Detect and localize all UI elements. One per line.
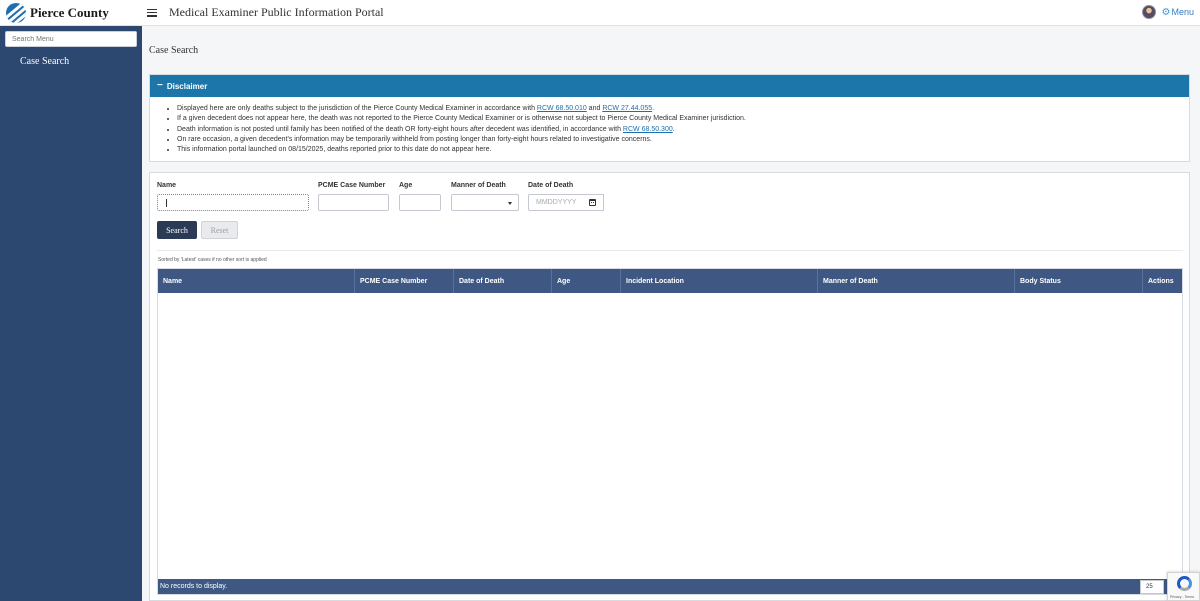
date-input[interactable]: MMDDYYYY bbox=[528, 194, 583, 211]
disclaimer-item: If a given decedent does not appear here… bbox=[177, 114, 1189, 124]
column-header-age[interactable]: Age bbox=[552, 269, 621, 293]
age-label: Age bbox=[399, 182, 413, 189]
column-header-body-status[interactable]: Body Status bbox=[1015, 269, 1143, 293]
gear-icon: ⚙ bbox=[1161, 6, 1171, 18]
calendar-button[interactable] bbox=[582, 194, 604, 211]
disclaimer-item: This information portal launched on 08/1… bbox=[177, 145, 1189, 155]
sidebar-item-case-search[interactable]: Case Search bbox=[20, 56, 69, 67]
column-header-case-number[interactable]: PCME Case Number bbox=[355, 269, 454, 293]
reset-button[interactable]: Reset bbox=[201, 221, 238, 239]
name-input[interactable] bbox=[157, 194, 309, 211]
disclaimer-item: Death information is not posted until fa… bbox=[177, 125, 1189, 135]
text-caret bbox=[166, 199, 167, 207]
disclaimer-item: On rare occasion, a given decedent's inf… bbox=[177, 135, 1189, 145]
disclaimer-list: Displayed here are only deaths subject t… bbox=[150, 97, 1189, 155]
divider bbox=[157, 250, 1183, 251]
collapse-icon[interactable]: − bbox=[157, 81, 163, 91]
column-header-incident-location[interactable]: Incident Location bbox=[621, 269, 818, 293]
case-number-input[interactable] bbox=[318, 194, 389, 211]
disclaimer-title: Disclaimer bbox=[166, 81, 208, 91]
name-label: Name bbox=[157, 182, 177, 189]
column-header-manner-of-death[interactable]: Manner of Death bbox=[818, 269, 1015, 293]
menu-button[interactable]: ⚙ Menu bbox=[1162, 7, 1194, 18]
rcw-link[interactable]: RCW 27.44.055 bbox=[602, 105, 652, 112]
chevron-down-icon bbox=[508, 202, 512, 205]
menu-label: Menu bbox=[1171, 7, 1194, 17]
recaptcha-terms[interactable]: Privacy - Terms bbox=[1170, 595, 1194, 599]
search-button[interactable]: Search bbox=[157, 221, 197, 239]
sidebar: Case Search bbox=[0, 26, 142, 601]
user-avatar[interactable] bbox=[1141, 5, 1156, 19]
manner-select[interactable] bbox=[451, 194, 519, 211]
date-label: Date of Death bbox=[528, 182, 574, 189]
grid-footer: No records to display. 25 bbox=[158, 579, 1182, 594]
empty-message: No records to display. bbox=[160, 583, 228, 590]
disclaimer-header[interactable]: − Disclaimer bbox=[150, 75, 1189, 97]
sort-note: Sorted by 'Latest' cases if no other sor… bbox=[158, 257, 267, 263]
top-bar: Pierce County Medical Examiner Public In… bbox=[0, 0, 1200, 26]
brand-name: Pierce County bbox=[30, 4, 109, 20]
brand-logo[interactable]: Pierce County bbox=[0, 0, 142, 26]
rcw-link[interactable]: RCW 68.50.010 bbox=[537, 105, 587, 112]
results-grid: Name PCME Case Number Date of Death Age … bbox=[157, 268, 1183, 595]
column-header-date-of-death[interactable]: Date of Death bbox=[454, 269, 552, 293]
age-input[interactable] bbox=[399, 194, 441, 211]
recaptcha-icon bbox=[1177, 576, 1192, 591]
search-panel: Name PCME Case Number Age Manner of Deat… bbox=[149, 172, 1190, 601]
pierce-county-logo-icon bbox=[6, 2, 26, 23]
page-title: Case Search bbox=[149, 45, 199, 56]
hamburger-icon[interactable] bbox=[147, 8, 157, 17]
column-header-actions: Actions bbox=[1148, 277, 1174, 285]
sidebar-search-input[interactable] bbox=[5, 31, 137, 47]
recaptcha-badge[interactable]: Privacy - Terms bbox=[1167, 572, 1200, 601]
column-header-name[interactable]: Name bbox=[158, 269, 355, 293]
page-size-select[interactable]: 25 bbox=[1140, 580, 1164, 594]
manner-label: Manner of Death bbox=[451, 182, 506, 189]
disclaimer-panel: − Disclaimer Displayed here are only dea… bbox=[149, 74, 1190, 162]
grid-body bbox=[158, 293, 1182, 579]
case-number-label: PCME Case Number bbox=[318, 182, 386, 189]
calendar-icon bbox=[589, 199, 596, 206]
app-title: Medical Examiner Public Information Port… bbox=[169, 5, 384, 19]
rcw-link[interactable]: RCW 68.50.300 bbox=[623, 126, 673, 133]
top-right-actions: ⚙ Menu bbox=[1141, 5, 1194, 19]
disclaimer-item: Displayed here are only deaths subject t… bbox=[177, 104, 1189, 114]
grid-header: Name PCME Case Number Date of Death Age … bbox=[158, 269, 1182, 293]
